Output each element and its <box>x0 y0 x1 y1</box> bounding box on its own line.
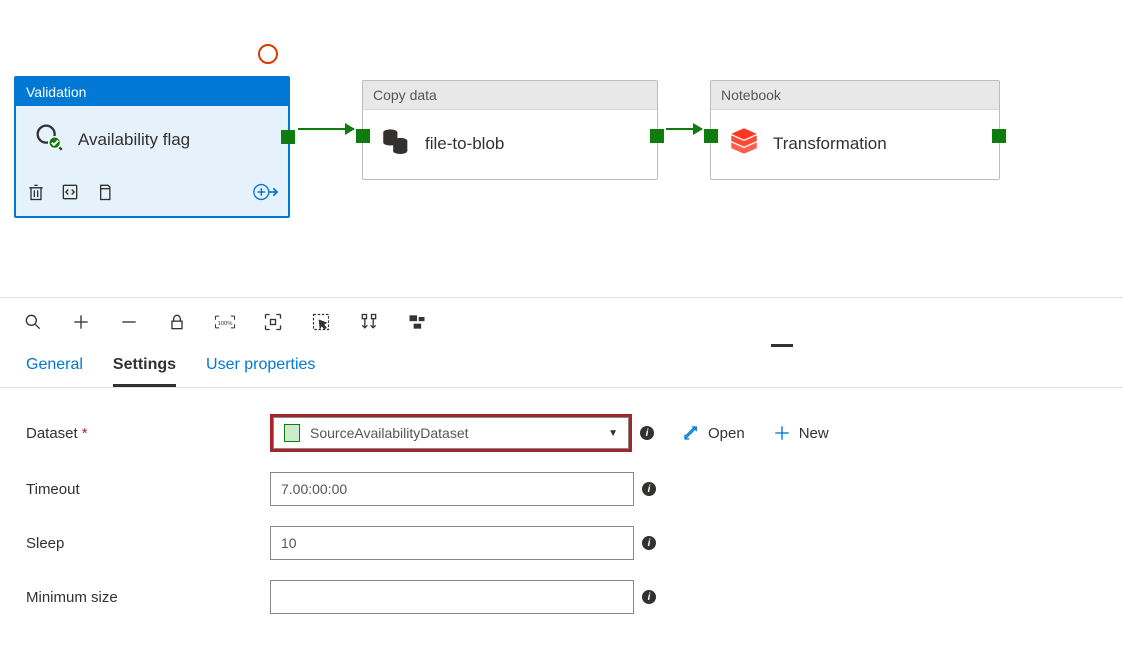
output-port[interactable] <box>992 129 1006 143</box>
fit-screen-icon[interactable] <box>262 311 284 333</box>
activity-type-label: Notebook <box>711 81 999 110</box>
panel-resize-handle[interactable] <box>771 344 793 347</box>
connector-arrow <box>298 128 354 130</box>
canvas-toolbar: 100% <box>0 298 1123 346</box>
info-icon[interactable]: i <box>640 426 654 440</box>
tab-general[interactable]: General <box>26 356 83 387</box>
minsize-label: Minimum size <box>26 589 270 606</box>
input-port[interactable] <box>704 129 718 143</box>
minsize-input[interactable] <box>270 580 634 614</box>
tab-user-properties[interactable]: User properties <box>206 356 315 387</box>
dataset-value: SourceAvailabilityDataset <box>310 425 598 441</box>
info-icon[interactable]: i <box>642 536 656 550</box>
auto-align-icon[interactable] <box>358 311 380 333</box>
pipeline-canvas[interactable]: Validation Availability flag <box>0 0 1123 298</box>
dataset-file-icon <box>284 424 300 442</box>
dataset-label: Dataset* <box>26 425 270 442</box>
lock-icon[interactable] <box>166 311 188 333</box>
timeout-label: Timeout <box>26 481 270 498</box>
chevron-down-icon: ▼ <box>608 428 618 439</box>
activity-validation[interactable]: Validation Availability flag <box>14 76 290 218</box>
sleep-label: Sleep <box>26 535 270 552</box>
input-port[interactable] <box>356 129 370 143</box>
new-dataset-button[interactable]: New <box>773 424 829 442</box>
properties-tabs: General Settings User properties <box>0 346 1123 388</box>
output-port[interactable] <box>650 129 664 143</box>
info-icon[interactable]: i <box>642 482 656 496</box>
activity-name: Availability flag <box>78 130 190 150</box>
connector-arrow <box>666 128 702 130</box>
activity-name: file-to-blob <box>425 134 504 154</box>
dataset-select-highlight: SourceAvailabilityDataset ▼ <box>270 414 632 452</box>
activity-name: Transformation <box>773 134 887 154</box>
activity-copy-data[interactable]: Copy data file-to-blob <box>362 80 658 180</box>
search-icon[interactable] <box>22 311 44 333</box>
sleep-input[interactable] <box>270 526 634 560</box>
info-icon[interactable]: i <box>642 590 656 604</box>
select-tool-icon[interactable] <box>310 311 332 333</box>
delete-icon[interactable] <box>26 182 46 205</box>
output-port[interactable] <box>281 130 295 144</box>
search-check-icon <box>32 120 66 159</box>
add-icon[interactable] <box>70 311 92 333</box>
code-icon[interactable] <box>60 182 80 205</box>
dataset-dropdown[interactable]: SourceAvailabilityDataset ▼ <box>273 417 629 449</box>
layout-icon[interactable] <box>406 311 428 333</box>
activity-type-label: Validation <box>16 78 288 106</box>
settings-form: Dataset* SourceAvailabilityDataset ▼ i O… <box>0 388 1123 660</box>
svg-text:100%: 100% <box>218 321 233 327</box>
zoom-100-icon[interactable]: 100% <box>214 311 236 333</box>
add-output-icon[interactable] <box>252 179 278 208</box>
validation-status-indicator <box>258 44 278 64</box>
databricks-icon <box>727 124 761 163</box>
tab-settings[interactable]: Settings <box>113 356 176 387</box>
minus-icon[interactable] <box>118 311 140 333</box>
copy-icon[interactable] <box>94 182 114 205</box>
open-dataset-button[interactable]: Open <box>682 424 745 442</box>
activity-notebook[interactable]: Notebook Transformation <box>710 80 1000 180</box>
activity-type-label: Copy data <box>363 81 657 110</box>
timeout-input[interactable] <box>270 472 634 506</box>
database-copy-icon <box>379 124 413 163</box>
